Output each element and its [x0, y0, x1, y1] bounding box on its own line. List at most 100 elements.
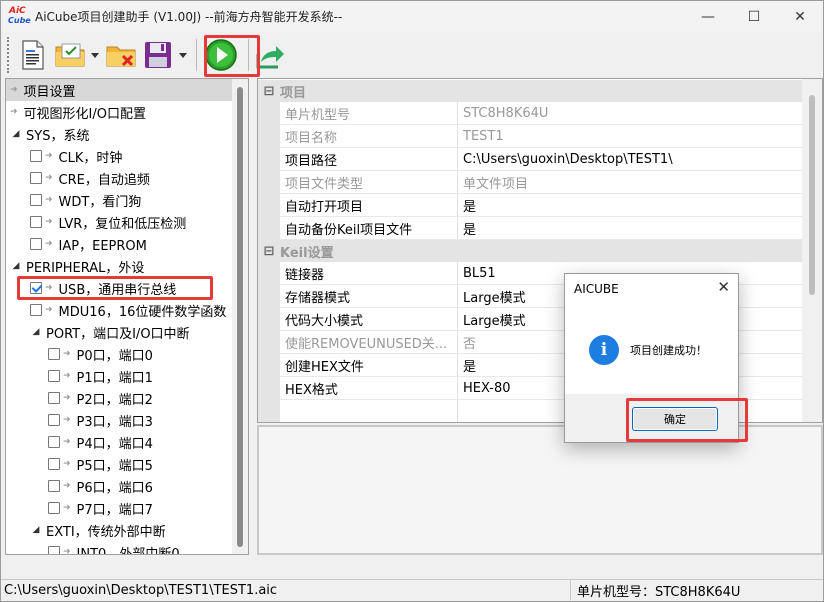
tree-item-checkbox[interactable]	[30, 304, 42, 316]
property-name: 存储器模式	[280, 285, 458, 307]
tree-item[interactable]: ➜ P2口，端口2	[6, 387, 234, 409]
tree-item[interactable]: ➜ P4口，端口4	[6, 431, 234, 453]
tree-item-checkbox[interactable]	[48, 502, 60, 514]
expand-collapse-icon[interactable]: ◢	[10, 261, 22, 271]
tree-item-checkbox[interactable]	[48, 546, 60, 554]
tree-item-checkbox[interactable]	[48, 392, 60, 404]
close-project-button[interactable]	[104, 37, 138, 73]
property-name: 项目路径	[280, 148, 458, 170]
tree-item-checkbox[interactable]	[30, 194, 42, 206]
tree-item-checkbox[interactable]	[30, 216, 42, 228]
tree-item[interactable]: ◢ PERIPHERAL，外设	[6, 255, 234, 277]
tree-item-label: LVR，复位和低压检测	[58, 216, 187, 232]
property-row[interactable]: 项目文件类型 单文件项目	[280, 171, 802, 194]
close-button[interactable]: ✕	[777, 1, 823, 32]
tree-item-checkbox[interactable]	[48, 414, 60, 426]
save-dropdown-button[interactable]	[178, 37, 188, 73]
save-project-button[interactable]	[141, 37, 175, 73]
aicube-logo-icon: AiC Cube	[8, 5, 31, 28]
tree-item-checkbox[interactable]	[30, 238, 42, 250]
expand-collapse-icon[interactable]: ◢	[10, 129, 22, 139]
property-row[interactable]: 自动打开项目是	[280, 194, 802, 217]
logo-text-bottom: Cube	[8, 15, 31, 25]
expand-collapse-icon[interactable]: ◢	[30, 327, 42, 337]
property-name-empty	[280, 400, 458, 422]
tree-item[interactable]: ◢ EXTI，传统外部中断	[6, 519, 234, 541]
tree-item-checkbox[interactable]	[48, 436, 60, 448]
expand-collapse-icon[interactable]: ◢	[30, 525, 42, 535]
tree-item[interactable]: ◢ SYS，系统	[6, 123, 234, 145]
folder-delete-icon	[106, 46, 136, 67]
tree-item[interactable]: ➜ LVR，复位和低压检测	[6, 211, 234, 233]
open-dropdown-button[interactable]	[90, 37, 100, 73]
tree-item[interactable]: ➜ 项目设置	[6, 79, 234, 101]
property-category[interactable]: ⊟ 项目	[258, 80, 802, 102]
collapse-icon[interactable]: ⊟	[258, 84, 280, 99]
open-project-button[interactable]	[53, 37, 87, 73]
item-arrow-icon: ➜	[10, 107, 18, 117]
new-project-button[interactable]	[16, 37, 50, 73]
property-name: 项目名称	[280, 125, 458, 147]
tree-item-checkbox[interactable]	[48, 370, 60, 382]
tree-item[interactable]: ➜ INT0，外部中断0	[6, 541, 234, 554]
tree-item-label: P6口，端口6	[76, 480, 153, 496]
tree-item-label: P0口，端口0	[76, 348, 153, 364]
item-arrow-icon: ➜	[63, 437, 71, 447]
title-bar: AiC Cube AiCube项目创建助手 (V1.00J) --前海方舟智能开…	[1, 1, 823, 32]
tree-item[interactable]: ➜ P7口，端口7	[6, 497, 234, 519]
property-row[interactable]: 自动备份Keil项目文件是	[280, 217, 802, 240]
item-arrow-icon: ➜	[63, 481, 71, 491]
minimize-button[interactable]: —	[685, 1, 731, 32]
item-arrow-icon: ➜	[45, 151, 53, 161]
tree-item-checkbox[interactable]	[48, 458, 60, 470]
tree-item-checkbox[interactable]	[30, 150, 42, 162]
dialog-close-icon[interactable]: ✕	[717, 278, 730, 296]
tree-item[interactable]: ◢ PORT，端口及I/O口中断	[6, 321, 234, 343]
usb-highlight-box	[17, 276, 213, 300]
tree-item-checkbox[interactable]	[48, 348, 60, 360]
feature-tree: ➜ 项目设置 ➜ 可视图形化I/O口配置 ◢ SYS，系统 ➜ CLK，时钟 ➜ CRE，自动追频…	[5, 78, 249, 555]
tree-item[interactable]: ➜ IAP，EEPROM	[6, 233, 234, 255]
tree-item-label: INT0，外部中断0	[76, 546, 180, 555]
tree-item-label: WDT，看门狗	[58, 194, 142, 210]
tree-item-label: PERIPHERAL，外设	[26, 260, 145, 276]
logo-text-top: AiC	[9, 5, 26, 16]
dialog-title: AICUBE	[574, 282, 619, 296]
tree-item[interactable]: ➜ 可视图形化I/O口配置	[6, 101, 234, 123]
tree-item[interactable]: ➜ P3口，端口3	[6, 409, 234, 431]
property-name: 链接器	[280, 262, 458, 284]
tree-item-label: P5口，端口5	[76, 458, 153, 474]
property-value[interactable]: 是	[458, 194, 802, 216]
tree-item[interactable]: ➜ WDT，看门狗	[6, 189, 234, 211]
tree-item[interactable]: ➜ CRE，自动追频	[6, 167, 234, 189]
status-bar: C:\Users\guoxin\Desktop\TEST1\TEST1.aic …	[1, 579, 823, 602]
toolbar-grip[interactable]	[7, 37, 10, 73]
tree-item-checkbox[interactable]	[30, 172, 42, 184]
props-scrollbar-thumb[interactable]	[809, 95, 815, 295]
tree-item[interactable]: ➜ P0口，端口0	[6, 343, 234, 365]
tree-scrollbar[interactable]	[232, 79, 248, 554]
property-value[interactable]: C:\Users\guoxin\Desktop\TEST1\	[458, 148, 802, 170]
item-arrow-icon: ➜	[63, 547, 71, 554]
props-scrollbar[interactable]	[802, 79, 822, 422]
collapse-icon[interactable]: ⊟	[258, 244, 280, 259]
property-value[interactable]: 是	[458, 217, 802, 239]
maximize-button[interactable]: ☐	[731, 1, 777, 32]
property-category[interactable]: ⊟ Keil设置	[258, 240, 802, 262]
tree-item-checkbox[interactable]	[48, 480, 60, 492]
item-arrow-icon: ➜	[63, 393, 71, 403]
item-arrow-icon: ➜	[10, 85, 18, 95]
property-row[interactable]: 项目名称 TEST1	[280, 125, 802, 148]
tree-item[interactable]: ➜ CLK，时钟	[6, 145, 234, 167]
tree-item[interactable]: ➜ P6口，端口6	[6, 475, 234, 497]
tree-item[interactable]: ➜ P5口，端口5	[6, 453, 234, 475]
property-row[interactable]: 项目路径 C:\Users\guoxin\Desktop\TEST1\	[280, 148, 802, 171]
info-icon: i	[589, 335, 619, 365]
property-name: 项目文件类型	[280, 171, 458, 193]
tree-item[interactable]: ➜ P1口，端口1	[6, 365, 234, 387]
property-value: 单文件项目	[463, 176, 529, 192]
property-row[interactable]: 单片机型号 STC8H8K64U	[280, 102, 802, 125]
tree-scrollbar-thumb[interactable]	[237, 87, 243, 547]
tree-item[interactable]: ➜ MDU16，16位硬件数学函数	[6, 299, 234, 321]
tree-item-label: P4口，端口4	[76, 436, 153, 452]
